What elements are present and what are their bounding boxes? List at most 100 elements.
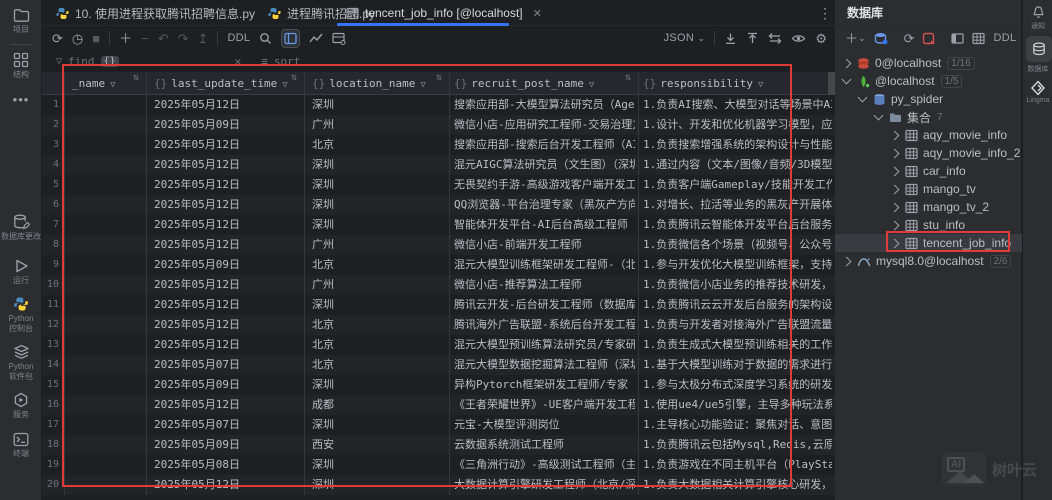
cell-name[interactable] [72,275,143,295]
cell-date[interactable]: 2025年05月07日 [154,355,301,375]
submit-icon[interactable]: ↥ [198,32,209,45]
cell-num[interactable]: 10 [42,275,59,295]
sidebar-item-folder[interactable]: 项目 [0,8,42,35]
sort-toggle-icon[interactable]: ⇅ [133,72,139,83]
table-row[interactable]: 19 2025年05月08日深圳《三角洲行动》-高级测试工程师（主机） 1.负责游戏… [42,455,835,475]
db-tree-item-stu_info[interactable]: stu_info [835,216,1022,234]
add-datasource-icon[interactable]: ＋ ⌄ [845,32,866,45]
table-row[interactable]: 13 2025年05月12日北京混元大模型预训练算法研究员/专家研究员 1.负责生成… [42,335,835,355]
cell-num[interactable]: 13 [42,335,59,355]
db-tree-item-py_spider[interactable]: py_spider [835,90,1022,108]
lingma-button[interactable]: Lingma [1023,80,1052,104]
cell-city[interactable]: 深圳 [312,95,446,115]
cell-resp[interactable]: 1.基于大模型训练对于数据的需求进行互联网 [643,355,832,375]
table-row[interactable]: 17 2025年05月07日 深圳 元宝-大模型评测岗位 1.主导核心功能验证：聚焦对话… [42,415,835,435]
chevron-right-icon[interactable] [889,184,900,194]
sidebar-item-more[interactable]: ••• [0,92,42,107]
refresh-icon[interactable]: ⟳ [52,32,63,45]
cell-name[interactable] [72,295,143,315]
db-tree-item-aqy_movie_info_2[interactable]: aqy_movie_info_2 [835,144,1022,162]
cell-post[interactable]: 混元大模型数据挖掘算法工程师（深圳） [454,355,635,375]
cell-date[interactable]: 2025年05月12日 [154,295,301,315]
delete-row-icon[interactable]: − [141,32,149,45]
sort-toggle-icon[interactable]: ⇅ [625,72,631,83]
cell-date[interactable]: 2025年05月12日 [154,215,301,235]
chevron-down-icon[interactable] [857,92,868,103]
cell-date[interactable]: 2025年05月12日 [154,275,301,295]
cell-city[interactable]: 北京 [312,355,446,375]
cell-city[interactable]: 北京 [312,315,446,335]
cell-date[interactable]: 2025年05月09日 [154,435,301,455]
cell-num[interactable]: 20 [42,475,59,495]
cell-post[interactable]: 《三角洲行动》-高级测试工程师（主机） [454,455,635,475]
table-row[interactable]: 15 2025年05月09日 深圳 异构Pytorch框架研发工程师/专家 1.参与太极… [42,375,835,395]
database-tool-button[interactable] [1026,36,1052,62]
cell-num[interactable]: 19 [42,455,59,475]
cell-city[interactable]: 北京 [312,335,446,355]
cell-date[interactable]: 2025年05月12日 [154,475,301,495]
cell-city[interactable]: 北京 [312,135,446,155]
close-icon[interactable]: ✕ [533,7,542,20]
table-row[interactable]: 4 2025年05月12日深圳混元AIGC算法研究员（文生图）（深圳/北 1.通过内… [42,155,835,175]
cell-name[interactable] [72,415,143,435]
cell-name[interactable] [72,175,143,195]
kebab-menu-icon[interactable]: ⋮ [818,5,832,22]
cell-city[interactable]: 深圳 [312,155,446,175]
cell-resp[interactable]: 1.负责腾讯云包括Mysql,Redis,云原生DB [643,435,832,455]
cell-resp[interactable]: 1.参与开发优化大模型训练框架，支持单任 [643,255,832,275]
grid-settings-icon[interactable] [332,32,346,45]
cell-resp[interactable]: 1.参与太极分布式深度学习系统的研发工作， [643,375,832,395]
cell-post[interactable]: 《王者荣耀世界》-UE客户端开发工程师-场 [454,395,635,415]
cell-resp[interactable]: 1.负责微信小店业务的推荐技术研发，包括 [643,275,832,295]
cell-date[interactable]: 2025年05月12日 [154,155,301,175]
stop-icon[interactable]: ■ [92,32,100,45]
cell-name[interactable] [72,455,143,475]
cell-name[interactable] [72,255,143,275]
table-row[interactable]: 16 2025年05月12日成都《王者荣耀世界》-UE客户端开发工程师-场 1.使用… [42,395,835,415]
cell-num[interactable]: 7 [42,215,59,235]
cell-date[interactable]: 2025年05月12日 [154,195,301,215]
chevron-right-icon[interactable] [889,130,900,140]
undo-icon[interactable]: ↶ [158,32,169,45]
chevron-right-icon[interactable] [841,256,852,266]
cell-post[interactable]: 元宝-大模型评测岗位 [454,415,635,435]
cell-post[interactable]: 腾讯云开发-后台研发工程师（数据库方向） [454,295,635,315]
cell-num[interactable]: 11 [42,295,59,315]
notifications-button[interactable]: 通知 [1023,5,1052,31]
scrollbar-corner[interactable] [828,72,835,95]
cell-name[interactable] [72,355,143,375]
cell-num[interactable]: 9 [42,255,59,275]
add-row-icon[interactable]: ＋ [119,32,132,45]
cell-resp[interactable]: 1.负责游戏在不同主机平台（PlayStation [643,455,832,475]
cell-post[interactable]: 混元AIGC算法研究员（文生图）（深圳/北 [454,155,635,175]
db-tree-item-0@localhost[interactable]: 0@localhost 1/16 [835,54,1022,72]
cell-num[interactable]: 17 [42,415,59,435]
cell-resp[interactable]: 1.负责腾讯云智能体开发平台后台服务架构 [643,215,832,235]
filter-funnel-icon[interactable]: ▽ [282,80,287,90]
cell-date[interactable]: 2025年05月09日 [154,375,301,395]
table-row[interactable]: 10 2025年05月12日 广州 微信小店-推荐算法工程师 1.负责微信小店业务的推荐… [42,275,835,295]
tab-file-1[interactable]: 10. 使用进程获取腾讯招聘信息.py [48,0,263,26]
import-upload-icon[interactable] [746,32,759,45]
table-row[interactable]: 8 2025年05月12日 广州 微信小店-前端开发工程师 1.负责微信各个场景（视频号… [42,235,835,255]
cell-city[interactable]: 广州 [312,235,446,255]
table-view-icon[interactable] [281,28,301,48]
cell-date[interactable]: 2025年05月12日 [154,135,301,155]
sidebar-item-run[interactable]: 运行 [0,258,42,286]
cell-num[interactable]: 15 [42,375,59,395]
braces-badge[interactable]: {} [100,55,119,67]
table-row[interactable]: 2 2025年05月09日 广州 微信小店-应用研究工程师-交易治理方向 1.设计、开发… [42,115,835,135]
ddl-button[interactable]: DDL [993,32,1016,44]
cell-num[interactable]: 14 [42,355,59,375]
column-header-last_update_time[interactable]: {} last_update_time ▽ [154,72,290,95]
cell-name[interactable] [72,375,143,395]
preview-eye-icon[interactable] [791,32,806,45]
datasource-blue-icon[interactable] [874,32,888,45]
cell-city[interactable]: 西安 [312,435,446,455]
cell-resp[interactable]: 1.负责搜索增强系统的架构设计与性能调优， [643,135,832,155]
filter-funnel-icon[interactable]: ▽ [420,80,425,90]
sort-toggle-icon[interactable]: ⇅ [291,72,297,83]
cell-post[interactable]: 异构Pytorch框架研发工程师/专家 [454,375,635,395]
db-tree-item-aqy_movie_info[interactable]: aqy_movie_info [835,126,1022,144]
sidebar-item-terminal[interactable]: 终端 [0,432,42,459]
